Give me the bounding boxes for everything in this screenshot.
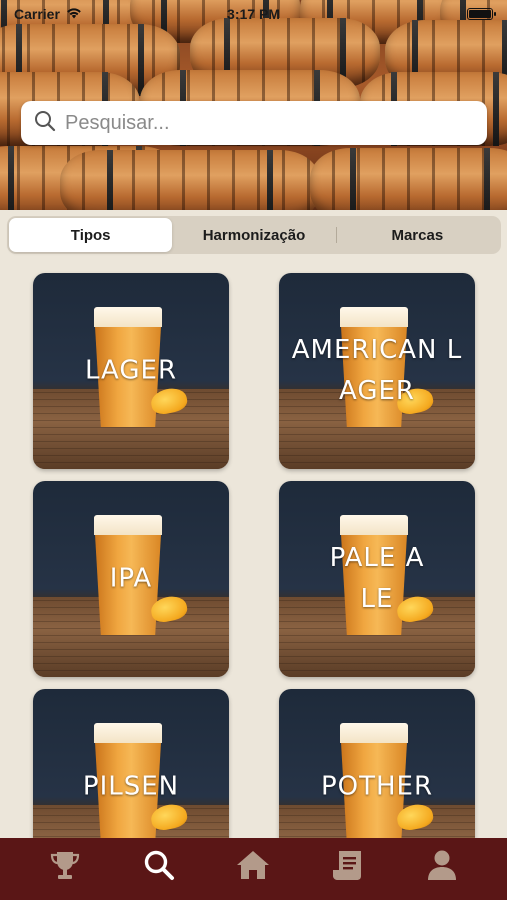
tab-search[interactable] [137, 845, 181, 889]
app-screen: Carrier 3:17 PM Pesquisar... Tipos Harmo… [0, 0, 507, 900]
beer-card-lager[interactable]: LAGER [33, 273, 229, 469]
search-bar[interactable] [21, 101, 487, 145]
segment-marcas[interactable]: Marcas [335, 218, 499, 252]
user-icon [425, 848, 459, 887]
beer-card-american-lager[interactable]: AMERICAN LAGER [279, 273, 475, 469]
tab-profile[interactable] [420, 845, 464, 889]
clock: 3:17 PM [227, 6, 280, 22]
carrier-label: Carrier [14, 6, 60, 22]
wifi-icon [66, 6, 82, 22]
beer-card-label: POTHER [320, 771, 434, 802]
segment-tipos[interactable]: Tipos [9, 218, 173, 252]
home-icon [235, 848, 271, 887]
battery-icon [467, 8, 496, 20]
segment-harmonizacao[interactable]: Harmonização [172, 218, 335, 252]
beer-card-label: PALE ALE [329, 543, 425, 614]
category-segmented-control: Tipos Harmonização Marcas [7, 216, 501, 254]
trophy-icon [48, 848, 82, 887]
header-barrels-image: Carrier 3:17 PM [0, 0, 507, 210]
beer-card-label: LAGER [84, 355, 178, 386]
bottom-tab-bar [0, 838, 507, 900]
beer-card-label: PILSEN [82, 771, 180, 802]
tab-ranking[interactable] [43, 845, 87, 889]
search-icon [142, 848, 176, 887]
beer-card-pale-ale[interactable]: PALE ALE [279, 481, 475, 677]
tab-menu[interactable] [326, 845, 370, 889]
search-input[interactable] [65, 111, 475, 135]
segment-label: Tipos [70, 226, 111, 244]
beer-card-label: AMERICAN LAGER [291, 335, 463, 406]
segment-label: Marcas [391, 226, 444, 244]
beer-card-label: IPA [109, 563, 153, 594]
segment-label: Harmonização [202, 226, 306, 244]
search-icon [33, 109, 57, 138]
status-bar: Carrier 3:17 PM [0, 0, 507, 28]
beer-card-ipa[interactable]: IPA [33, 481, 229, 677]
receipt-icon [330, 848, 366, 887]
tab-home[interactable] [231, 845, 275, 889]
